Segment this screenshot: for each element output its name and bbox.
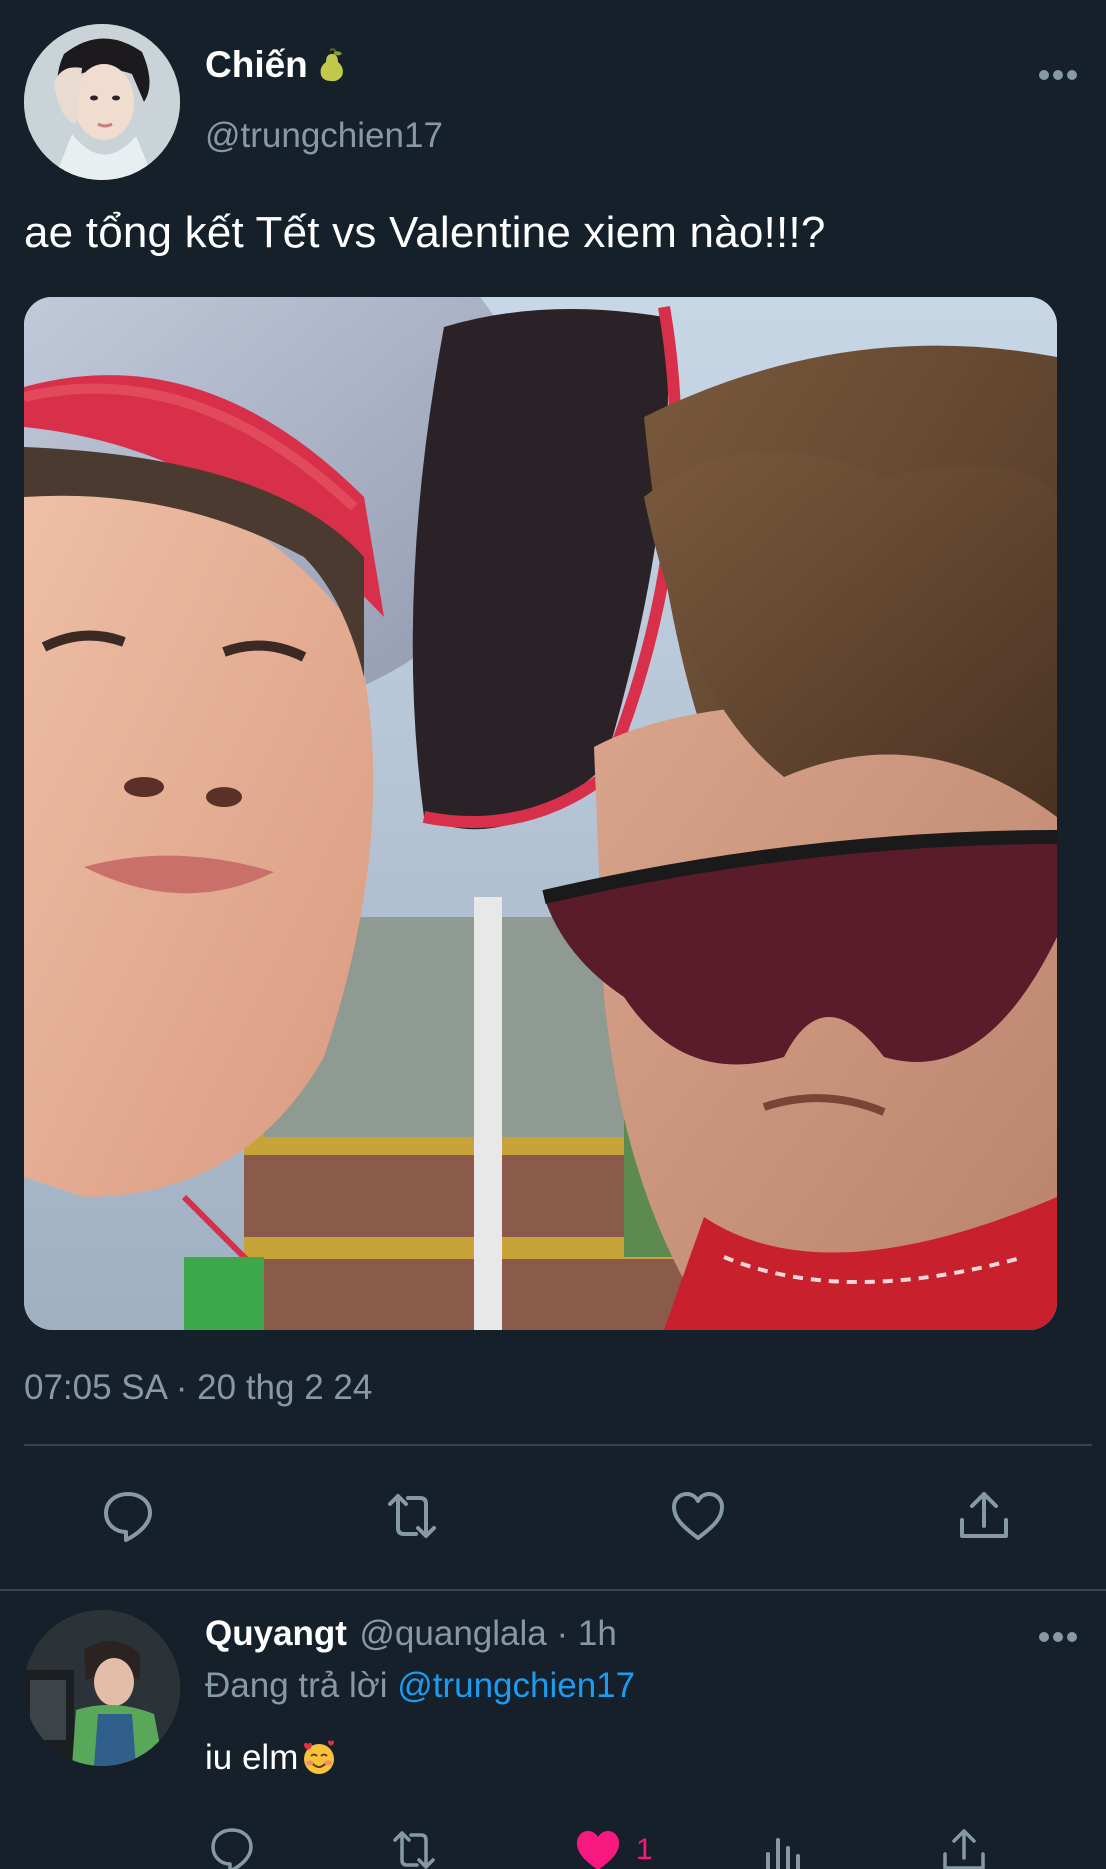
reply-author-handle[interactable]: @quanglala [359, 1614, 546, 1653]
tweet-photo[interactable] [24, 297, 1057, 1330]
like-icon[interactable] [670, 1488, 726, 1544]
author-avatar[interactable] [24, 24, 180, 180]
reply-text-row: iu elm [205, 1738, 338, 1778]
author-name-row: Chiến [205, 44, 346, 86]
author-name[interactable]: Chiến [205, 44, 308, 86]
reply-more-options-icon[interactable] [1038, 1630, 1078, 1644]
author-handle[interactable]: @trungchien17 [205, 116, 443, 156]
replying-to: Đang trả lời @trungchien17 [205, 1666, 635, 1706]
more-options-icon[interactable] [1038, 68, 1078, 82]
smiling-face-with-hearts-icon [300, 1739, 338, 1777]
replying-to-label: Đang trả lời [205, 1666, 398, 1705]
reply-reply-icon[interactable] [208, 1826, 256, 1869]
reply-share-icon[interactable] [940, 1826, 988, 1869]
share-icon[interactable] [956, 1488, 1012, 1544]
reply-author-name[interactable]: Quyangt [205, 1614, 347, 1653]
divider [24, 1444, 1092, 1446]
tweet-timestamp[interactable]: 07:05 SA · 20 thg 2 24 [24, 1368, 372, 1408]
reply-icon[interactable] [100, 1488, 156, 1544]
retweet-icon[interactable] [384, 1488, 440, 1544]
reply-like-count: 1 [636, 1833, 653, 1866]
tweet-text: ae tổng kết Tết vs Valentine xiem nào!!!… [24, 208, 826, 257]
reply-author-row: Quyangt @quanglala · 1h [205, 1614, 617, 1654]
reply-like-group[interactable]: 1 [574, 1826, 653, 1869]
pear-icon [318, 48, 346, 82]
reply-author-avatar[interactable] [24, 1610, 180, 1766]
like-icon-filled[interactable] [574, 1826, 622, 1869]
reply-time[interactable]: · 1h [547, 1614, 616, 1653]
reply-text: iu elm [205, 1738, 299, 1777]
analytics-icon[interactable] [758, 1826, 806, 1869]
replying-to-mention[interactable]: @trungchien17 [397, 1666, 635, 1705]
reply-retweet-icon[interactable] [390, 1826, 438, 1869]
divider [0, 1589, 1106, 1591]
